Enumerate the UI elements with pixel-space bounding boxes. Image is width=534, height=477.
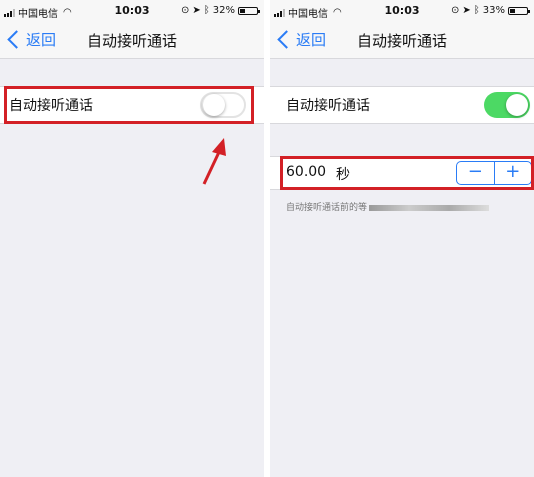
status-right: ⊙ ➤ ᛒ 33% — [450, 5, 530, 16]
navigation-bar: 返回 自动接听通话 — [270, 22, 534, 59]
bluetooth-icon: ᛒ — [203, 5, 210, 16]
blurred-text — [369, 204, 490, 211]
location-icon: ➤ — [192, 5, 201, 16]
page-title: 自动接听通话 — [86, 32, 177, 50]
red-arrow-icon — [202, 138, 226, 185]
highlight-box — [280, 156, 534, 190]
status-right: ⊙ ➤ ᛒ 32% — [180, 5, 260, 16]
battery-percent: 32% — [212, 5, 235, 16]
highlight-box — [4, 86, 254, 124]
lock-rotation-icon: ⊙ — [180, 5, 190, 16]
status-bar: 中国电信 ◠ 10:03 ⊙ ➤ ᛒ 33% — [270, 0, 534, 22]
battery-icon — [238, 6, 260, 15]
battery-fill — [510, 8, 515, 13]
auto-answer-cell: 自动接听通话 — [270, 86, 534, 124]
navigation-bar: 返回 自动接听通话 — [0, 22, 264, 59]
auto-answer-label: 自动接听通话 — [286, 98, 370, 114]
location-icon: ➤ — [462, 5, 471, 16]
lock-rotation-icon: ⊙ — [450, 5, 460, 16]
screen-right: 中国电信 ◠ 10:03 ⊙ ➤ ᛒ 33% 返回 自动接听通话 自动接听通话 … — [270, 0, 534, 477]
auto-answer-switch[interactable] — [484, 92, 530, 118]
bluetooth-icon: ᛒ — [473, 5, 480, 16]
battery-fill — [240, 8, 245, 13]
battery-percent: 33% — [482, 5, 505, 16]
status-bar: 中国电信 ◠ 10:03 ⊙ ➤ ᛒ 32% — [0, 0, 264, 22]
battery-icon — [508, 6, 530, 15]
screen-left: 中国电信 ◠ 10:03 ⊙ ➤ ᛒ 32% 返回 自动接听通话 自动接听通话 — [0, 0, 264, 477]
footnote-label: 自动接听通话前的等 — [286, 203, 368, 213]
switch-knob — [506, 94, 528, 116]
footnote-text: 自动接听通话前的等 — [286, 200, 490, 213]
page-title: 自动接听通话 — [356, 32, 447, 50]
